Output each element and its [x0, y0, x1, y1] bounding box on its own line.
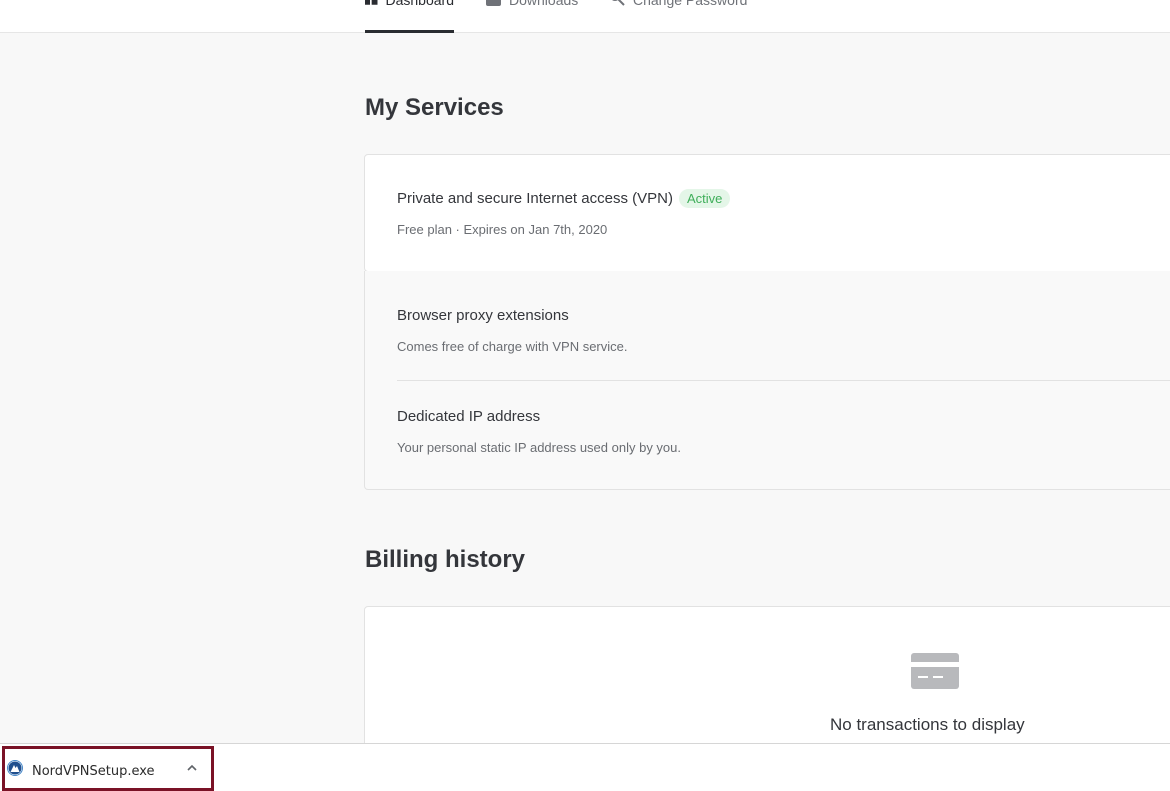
billing-card: No transactions to display [364, 606, 1170, 766]
tab-downloads-label: Downloads [509, 0, 579, 8]
download-file-name: NordVPNSetup.exe [32, 764, 155, 779]
divider [397, 380, 1170, 381]
tab-change-password-label: Change Password [633, 0, 748, 8]
download-item[interactable]: NordVPNSetup.exe [2, 746, 214, 791]
key-icon [612, 0, 625, 6]
download-icon [486, 0, 501, 6]
vpn-service-title-row: Private and secure Internet access (VPN)… [397, 189, 731, 208]
billing-title: Billing history [365, 546, 526, 573]
tab-change-password[interactable]: Change Password [610, 0, 747, 33]
download-bar: NordVPNSetup.exe [0, 743, 1170, 791]
nordvpn-logo-icon [7, 760, 23, 776]
tab-dashboard-label: Dashboard [385, 0, 455, 8]
tab-downloads[interactable]: Downloads [486, 0, 578, 33]
proxy-service-subtitle: Comes free of charge with VPN service. [397, 339, 628, 354]
dedicated-ip-subtitle: Your personal static IP address used onl… [397, 440, 682, 455]
services-title: My Services [365, 94, 504, 121]
status-badge: Active [678, 189, 731, 208]
credit-card-icon [911, 653, 959, 689]
vpn-service-subtitle: Free plan · Expires on Jan 7th, 2020 [397, 222, 608, 237]
top-navigation: Dashboard Downloads Change Password [0, 0, 1170, 33]
vpn-service-title: Private and secure Internet access (VPN) [397, 190, 673, 207]
tab-dashboard[interactable]: Dashboard [365, 0, 454, 33]
chevron-up-icon[interactable] [185, 761, 199, 775]
proxy-service-title[interactable]: Browser proxy extensions [397, 307, 569, 324]
no-transactions-text: No transactions to display [830, 715, 1025, 734]
vpn-service-card[interactable]: Private and secure Internet access (VPN)… [364, 154, 1170, 272]
dedicated-ip-title[interactable]: Dedicated IP address [397, 408, 540, 425]
extra-services-card: Browser proxy extensions Comes free of c… [364, 271, 1170, 490]
dashboard-icon [365, 0, 378, 5]
